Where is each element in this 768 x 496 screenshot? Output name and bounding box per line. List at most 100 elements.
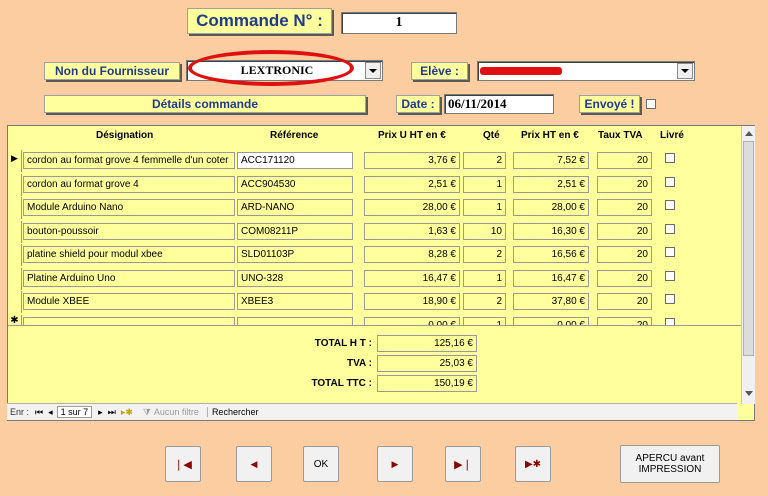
col-qte: Qté [483,130,500,141]
table-row[interactable]: ▶ cordon au format grove 4 femmelle d'un … [8,150,738,172]
prix-u-cell[interactable]: 2,51 € [364,175,460,193]
qte-cell[interactable]: 2 [463,246,506,263]
ok-button[interactable]: OK [303,446,339,482]
search-box[interactable]: Rechercher [206,407,258,417]
livre-checkbox[interactable] [665,200,675,210]
table-row[interactable]: cordon au format grove 4 ACC904530 2,51 €1… [8,173,738,196]
prix-u-cell[interactable]: 8,28 € [364,246,460,263]
designation-cell[interactable]: Module Arduino Nano [23,199,235,216]
tva-cell[interactable]: 20 [597,222,652,240]
table-row[interactable]: bouton-poussoir COM08211P 1,63 €10 16,30 € 2… [8,220,738,243]
row-selector[interactable] [8,244,22,266]
last-record-icon[interactable]: ⏭ [108,407,116,418]
prix-ht-cell[interactable]: 16,56 € [513,246,589,263]
chevron-down-icon[interactable] [677,63,693,79]
prix-u-cell[interactable]: 18,90 € [364,293,460,310]
prix-ht-cell[interactable]: 16,47 € [513,269,589,287]
student-combo[interactable]: CLEMENT [477,61,695,81]
next-record-button[interactable]: ▶ [377,446,413,482]
chevron-down-icon[interactable] [365,62,381,79]
prix-u-cell[interactable]: 0,00 € [364,316,460,325]
table-row[interactable]: platine shield pour modul xbee SLD01103P 8… [8,244,738,266]
sent-label: Envoyé ! [579,95,640,113]
row-selector[interactable] [8,197,22,219]
row-selector[interactable]: ▶ [8,150,22,172]
prev-record-icon[interactable]: ◂ [48,407,53,418]
table-row[interactable]: Module Arduino Nano ARD-NANO 28,00 €1 28,00… [8,197,738,219]
qte-cell[interactable]: 1 [463,199,506,216]
new-record-button[interactable]: ▶✱ [515,446,551,482]
scroll-down-icon[interactable] [745,391,753,396]
qte-cell[interactable]: 1 [463,175,506,193]
designation-cell[interactable]: Module XBEE [23,293,235,310]
new-record-row[interactable]: ✱0,00 €10,00 €20 [8,314,738,325]
filter-status[interactable]: Aucun filtre [154,407,199,417]
livre-checkbox[interactable] [665,247,675,257]
prix-ht-cell[interactable]: 28,00 € [513,199,589,216]
qte-cell[interactable]: 1 [463,316,506,325]
sent-checkbox[interactable] [646,99,656,109]
livre-checkbox[interactable] [665,176,675,187]
reference-cell[interactable]: UNO-328 [237,269,353,287]
reference-cell[interactable]: ACC171120 [237,152,353,169]
prix-ht-cell[interactable]: 16,30 € [513,222,589,240]
livre-checkbox[interactable] [665,270,675,281]
scroll-thumb[interactable] [743,141,754,356]
previous-record-button[interactable]: ◀ [236,446,272,482]
livre-checkbox[interactable] [665,223,675,234]
tva-cell[interactable]: 20 [597,316,652,325]
livre-checkbox[interactable] [665,294,675,304]
prix-ht-cell[interactable]: 7,52 € [513,152,589,169]
tva-cell[interactable]: 20 [597,293,652,310]
last-record-button[interactable]: ▶❘ [445,446,481,482]
reference-cell[interactable]: ARD-NANO [237,199,353,216]
qte-cell[interactable]: 1 [463,269,506,287]
prix-u-cell[interactable]: 16,47 € [364,269,460,287]
tva-cell[interactable]: 20 [597,199,652,216]
new-record-icon[interactable]: ▸✱ [121,407,133,418]
designation-cell[interactable]: Platine Arduino Uno [23,269,235,287]
first-record-button[interactable]: ❘◀ [165,446,201,482]
reference-cell[interactable]: COM08211P [237,222,353,240]
row-selector[interactable] [8,220,22,243]
qte-cell[interactable]: 2 [463,293,506,310]
row-selector[interactable] [8,267,22,290]
reference-cell[interactable] [237,316,353,325]
livre-checkbox[interactable] [665,153,675,163]
tva-cell[interactable]: 20 [597,152,652,169]
reference-cell[interactable]: XBEE3 [237,293,353,310]
tva-cell[interactable]: 20 [597,269,652,287]
reference-cell[interactable]: SLD01103P [237,246,353,263]
livre-checkbox[interactable] [665,317,675,325]
designation-cell[interactable]: bouton-poussoir [23,222,235,240]
qte-cell[interactable]: 2 [463,152,506,169]
prix-ht-cell[interactable]: 0,00 € [513,316,589,325]
prix-ht-cell[interactable]: 37,80 € [513,293,589,310]
designation-cell[interactable] [23,316,235,325]
vertical-scrollbar[interactable] [741,126,755,404]
col-livre: Livré [660,130,684,141]
table-row[interactable]: Module XBEE XBEE3 18,90 €2 37,80 € 20 [8,291,738,313]
table-row[interactable]: Platine Arduino Uno UNO-328 16,47 €1 16,47 … [8,267,738,290]
order-number-field[interactable]: 1 [341,12,457,34]
prix-u-cell[interactable]: 28,00 € [364,199,460,216]
first-record-icon[interactable]: ⏮ [35,407,43,418]
next-record-icon[interactable]: ▸ [98,407,103,418]
record-position[interactable]: 1 sur 7 [56,406,93,418]
tva-cell[interactable]: 20 [597,246,652,263]
prix-ht-cell[interactable]: 2,51 € [513,175,589,193]
designation-cell[interactable]: cordon au format grove 4 [23,175,235,193]
ok-label: OK [313,458,329,470]
designation-cell[interactable]: cordon au format grove 4 femmelle d'un c… [23,152,235,169]
print-preview-button[interactable]: APERCU avant IMPRESSION [620,445,720,483]
prix-u-cell[interactable]: 1,63 € [364,222,460,240]
reference-cell[interactable]: ACC904530 [237,175,353,193]
date-field[interactable]: 06/11/2014 [444,94,554,114]
row-selector[interactable] [8,173,22,196]
prix-u-cell[interactable]: 3,76 € [364,152,460,169]
row-selector[interactable] [8,291,22,313]
scroll-up-icon[interactable] [745,131,753,136]
designation-cell[interactable]: platine shield pour modul xbee [23,246,235,263]
qte-cell[interactable]: 10 [463,222,506,240]
tva-cell[interactable]: 20 [597,175,652,193]
